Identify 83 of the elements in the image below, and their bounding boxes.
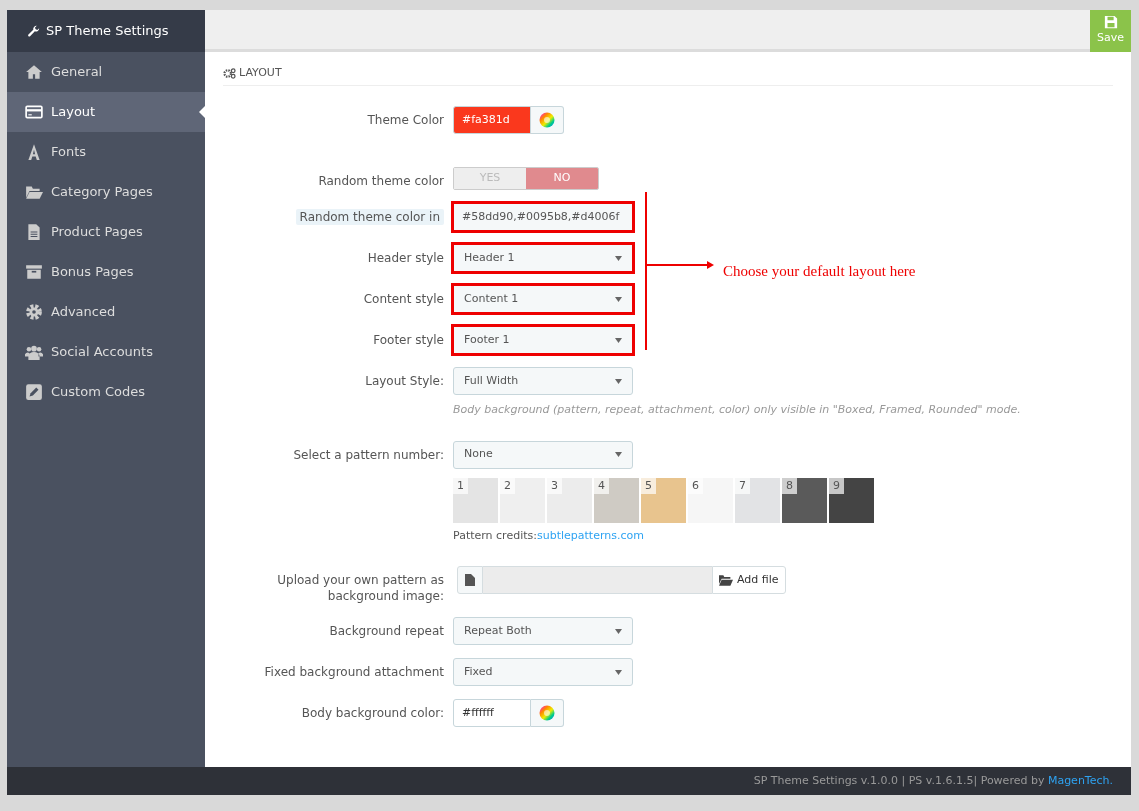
field-label: Body background color:: [301, 705, 444, 721]
field-label: Theme Color: [367, 112, 444, 128]
select-field[interactable]: Fixed: [453, 658, 633, 686]
color-wheel-icon: [539, 112, 555, 128]
active-pointer: [199, 106, 205, 118]
field-label: Fixed background attachment: [264, 664, 444, 680]
footer-text: SP Theme Settings v.1.0.0 | PS v.1.6.1.5| Powered by MagenTech.: [753, 772, 1113, 789]
select-field[interactable]: None: [453, 440, 633, 469]
sidebar-item[interactable]: Social Accounts: [7, 332, 205, 372]
document-icon: [25, 223, 43, 241]
wrench-icon: [27, 24, 40, 38]
archive-box-icon: [25, 263, 43, 281]
sidebar-item[interactable]: Custom Codes: [7, 372, 205, 412]
caret-icon: [615, 378, 622, 384]
file-upload-control[interactable]: Add file: [457, 566, 786, 594]
sidebar-item[interactable]: Fonts: [7, 132, 205, 172]
color-picker-button[interactable]: [531, 106, 564, 134]
sidebar-item[interactable]: Category Pages: [7, 172, 205, 212]
field-label: Header style: [367, 250, 444, 266]
sidebar-item[interactable]: Layout: [7, 92, 205, 132]
caret-icon: [615, 669, 622, 675]
section-title: LAYOUT: [239, 65, 282, 82]
footer-link[interactable]: MagenTech.: [1047, 773, 1113, 787]
caret-icon: [615, 255, 622, 261]
pattern-swatch[interactable]: 7: [735, 477, 780, 523]
pattern-swatch[interactable]: 6: [688, 477, 733, 523]
pattern-number: 6: [688, 477, 703, 494]
caret-icon: [615, 628, 622, 634]
select-field[interactable]: Content 1: [453, 285, 633, 313]
gears-icon: [223, 68, 236, 79]
pattern-number: 2: [500, 477, 515, 494]
field-label: Random theme color: [318, 173, 444, 189]
field-label: Footer style: [373, 332, 444, 348]
folder-icon: [719, 574, 733, 586]
file-name-field[interactable]: [483, 566, 712, 594]
select-field[interactable]: Footer 1: [453, 326, 633, 354]
caret-icon: [615, 452, 622, 457]
pattern-number: 1: [453, 477, 468, 494]
folder-icon: [25, 183, 43, 201]
field-label: Random theme color in: [295, 209, 444, 225]
sidebar-title: SP Theme Settings: [46, 22, 169, 41]
annotation-text: Choose your default layout here: [723, 261, 916, 281]
select-field[interactable]: Repeat Both: [453, 617, 633, 645]
pattern-number: 9: [829, 477, 844, 494]
field-label: Content style: [363, 291, 444, 307]
sidebar-item[interactable]: Bonus Pages: [7, 252, 205, 292]
field-label: Select a pattern number:: [293, 446, 444, 463]
select-field[interactable]: Header 1: [453, 244, 633, 272]
pattern-number: 3: [547, 477, 562, 494]
caret-icon: [615, 337, 622, 343]
field-label: Upload your own pattern as background image:: [276, 572, 444, 604]
field-label: Background repeat: [329, 623, 444, 639]
document-icon: [465, 574, 475, 586]
sidebar-item[interactable]: Advanced: [7, 292, 205, 332]
pattern-swatch[interactable]: 9: [829, 477, 874, 523]
pattern-number: 4: [594, 477, 609, 494]
pattern-number: 8: [782, 477, 797, 494]
color-wheel-icon: [539, 705, 555, 721]
add-file-button[interactable]: Add file: [712, 566, 786, 594]
sidebar-item[interactable]: General: [7, 52, 205, 92]
color-value-field[interactable]: #ffffff: [453, 699, 531, 727]
settings-icon: [25, 303, 43, 321]
help-text: Body background (pattern, repeat, attachment, color) only visible in "Boxed, Framed, Rounded" mode.: [453, 402, 1021, 418]
pattern-number: 5: [641, 477, 656, 494]
select-field[interactable]: Full Width: [453, 367, 633, 395]
credit-card-icon: [25, 103, 43, 121]
pattern-swatch[interactable]: 3: [547, 477, 592, 523]
caret-icon: [615, 296, 622, 302]
color-picker-button[interactable]: [531, 699, 564, 727]
credits-label: Pattern credits:: [453, 527, 537, 544]
pencil-icon: [25, 383, 43, 401]
users-icon: [25, 343, 43, 361]
pattern-number: 7: [735, 477, 750, 494]
pattern-swatch[interactable]: 4: [594, 477, 639, 523]
pattern-swatch[interactable]: 1: [453, 477, 498, 523]
sidebar-item[interactable]: Product Pages: [7, 212, 205, 252]
pattern-swatch[interactable]: 8: [782, 477, 827, 523]
text-field[interactable]: #58dd90,#0095b8,#d4006f: [453, 203, 633, 231]
color-value-field[interactable]: #fa381d: [453, 106, 531, 134]
pattern-swatch[interactable]: 5: [641, 477, 686, 523]
pattern-swatch[interactable]: 2: [500, 477, 545, 523]
home-icon: [25, 63, 43, 81]
field-label: Layout Style:: [365, 373, 444, 389]
